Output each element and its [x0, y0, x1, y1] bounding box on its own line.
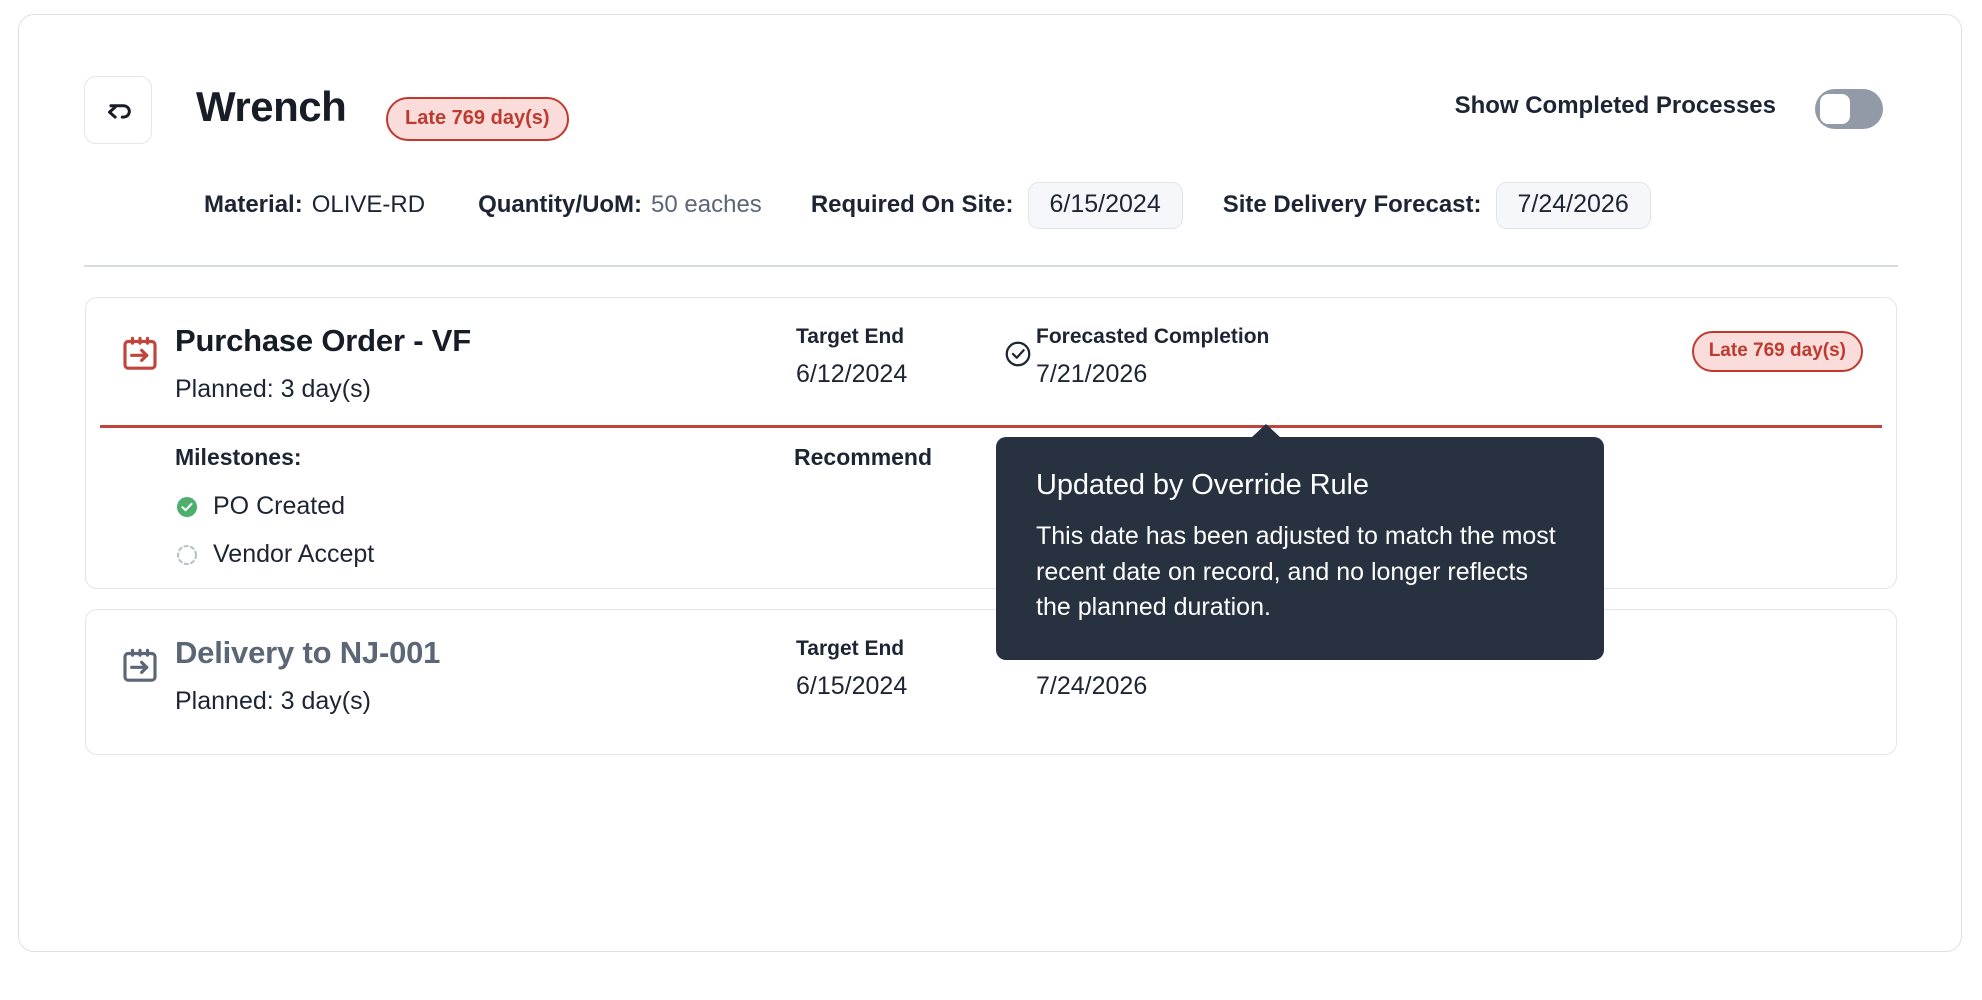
milestone-item[interactable]: Vendor Accept: [175, 540, 374, 569]
material-label: Material:: [204, 191, 303, 219]
panel-header: Wrench Late 769 day(s) Show Completed Pr…: [19, 15, 1961, 135]
site-delivery-forecast-field: Site Delivery Forecast: 7/24/2026: [1223, 182, 1651, 229]
quantity-value: 50 eaches: [651, 191, 762, 219]
header-divider: [84, 265, 1898, 267]
dashed-circle-icon: [175, 543, 199, 567]
process-planned-duration: Planned: 3 day(s): [175, 375, 371, 404]
toggle-knob: [1820, 94, 1850, 124]
check-circle-icon[interactable]: [1003, 339, 1033, 369]
calendar-arrow-right-icon: [120, 334, 160, 374]
process-title[interactable]: Delivery to NJ-001: [175, 635, 440, 671]
target-end-value: 6/15/2024: [796, 672, 907, 701]
target-end-column: Target End 6/12/2024: [796, 325, 907, 389]
site-delivery-forecast-label: Site Delivery Forecast:: [1223, 191, 1482, 219]
target-end-label: Target End: [796, 325, 907, 349]
page-title: Wrench: [196, 83, 346, 131]
show-completed-label: Show Completed Processes: [1455, 92, 1776, 120]
process-card-delivery[interactable]: Delivery to NJ-001 Planned: 3 day(s) Tar…: [85, 609, 1897, 755]
status-badge-late: Late 769 day(s): [1692, 331, 1863, 372]
target-end-value: 6/12/2024: [796, 360, 907, 389]
required-on-site-label: Required On Site:: [811, 191, 1014, 219]
show-completed-toggle[interactable]: [1815, 89, 1883, 129]
site-delivery-forecast-input[interactable]: 7/24/2026: [1496, 182, 1651, 229]
target-end-label: Target End: [796, 637, 907, 661]
process-title[interactable]: Purchase Order - VF: [175, 323, 471, 359]
return-arrow-icon: [101, 93, 135, 127]
material-value: OLIVE-RD: [312, 191, 425, 219]
material-meta-row: Material: OLIVE-RD Quantity/UoM: 50 each…: [19, 175, 1961, 235]
material-detail-panel: Wrench Late 769 day(s) Show Completed Pr…: [18, 14, 1962, 952]
milestone-label: Vendor Accept: [213, 540, 374, 569]
milestone-label: PO Created: [213, 492, 345, 521]
quantity-field: Quantity/UoM: 50 eaches: [478, 191, 762, 219]
target-end-column: Target End 6/15/2024: [796, 637, 907, 701]
calendar-arrow-right-icon: [120, 646, 160, 686]
back-button[interactable]: [84, 76, 152, 144]
required-on-site-input[interactable]: 6/15/2024: [1028, 182, 1183, 229]
milestone-item[interactable]: PO Created: [175, 492, 345, 521]
quantity-label: Quantity/UoM:: [478, 191, 642, 219]
process-planned-duration: Planned: 3 day(s): [175, 687, 371, 716]
material-field: Material: OLIVE-RD: [204, 191, 425, 219]
check-circle-filled-icon: [175, 495, 199, 519]
forecasted-completion-label: Forecasted Completion: [1036, 325, 1269, 349]
tooltip-title: Updated by Override Rule: [1036, 469, 1564, 502]
required-on-site-field: Required On Site: 6/15/2024: [811, 182, 1183, 229]
process-card-purchase-order[interactable]: Purchase Order - VF Planned: 3 day(s) Ta…: [85, 297, 1897, 589]
status-badge-late: Late 769 day(s): [386, 97, 569, 141]
milestones-label: Milestones:: [175, 444, 302, 471]
override-rule-tooltip: Updated by Override Rule This date has b…: [996, 437, 1604, 660]
process-progress-line: [100, 425, 1882, 428]
tooltip-body: This date has been adjusted to match the…: [1036, 519, 1564, 626]
forecasted-completion-value: 7/24/2026: [1036, 672, 1269, 701]
forecasted-completion-value: 7/21/2026: [1036, 360, 1269, 389]
forecasted-completion-column: Forecasted Completion 7/21/2026: [1036, 325, 1269, 389]
tooltip-arrow: [1251, 424, 1281, 438]
recommend-label: Recommend: [794, 444, 932, 471]
